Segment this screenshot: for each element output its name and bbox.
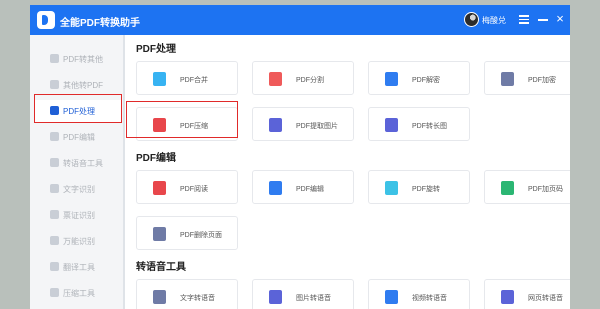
tool-card-pdf-edit[interactable]: PDF编辑	[252, 170, 354, 204]
close-icon[interactable]: ×	[554, 12, 566, 25]
sidebar-item-compress-tools[interactable]: 压缩工具	[34, 282, 122, 304]
pdf-extract-image-icon	[269, 118, 282, 132]
tool-card-pdf-delete-page[interactable]: PDF删除页面	[136, 216, 238, 250]
tool-card-image-to-speech[interactable]: 图片转语音	[252, 279, 354, 309]
pdf-rotate-icon	[385, 181, 398, 195]
pdf-unlock-icon	[385, 72, 398, 86]
video-to-speech-icon	[385, 290, 398, 304]
sidebar-item-speech-tools[interactable]: 转语音工具	[34, 152, 122, 174]
tool-label: 网页转语音	[528, 295, 563, 302]
user-name[interactable]: 梅酸兑	[482, 15, 506, 26]
universal-ocr-icon	[50, 236, 59, 245]
minimize-icon[interactable]	[537, 13, 549, 25]
ticket-ocr-icon	[50, 210, 59, 219]
sidebar-item-label: 翻译工具	[63, 263, 95, 272]
tool-label: 文字转语音	[180, 295, 215, 302]
pdf-page-number-icon	[501, 181, 514, 195]
sidebar-item-universal-ocr[interactable]: 万能识别	[34, 230, 122, 252]
tool-card-pdf-extract-image[interactable]: PDF提取图片	[252, 107, 354, 141]
main-content: PDF处理 PDF合并 PDF分割 PDF解密 PDF加密 PDF压缩 PDF提取图片 PDF…	[125, 35, 570, 309]
user-avatar[interactable]	[464, 12, 479, 27]
translate-tools-icon	[50, 262, 59, 271]
menu-icon[interactable]	[518, 13, 530, 25]
tool-label: PDF阅读	[180, 186, 208, 193]
section-title-pdf-edit: PDF编辑	[136, 153, 176, 164]
section-title-pdf-process: PDF处理	[136, 44, 176, 55]
section-title-speech-tools: 转语音工具	[136, 262, 186, 273]
speech-tools-icon	[50, 158, 59, 167]
pdf-edit-icon	[269, 181, 282, 195]
text-to-speech-icon	[153, 290, 166, 304]
pdf-merge-icon	[153, 72, 166, 86]
tool-label: PDF转长图	[412, 123, 447, 130]
sidebar-item-pdf-to-other[interactable]: PDF转其他	[34, 48, 122, 70]
tool-card-pdf-rotate[interactable]: PDF旋转	[368, 170, 470, 204]
pdf-delete-page-icon	[153, 227, 166, 241]
tool-label: PDF删除页面	[180, 232, 222, 239]
app-logo-icon	[37, 11, 55, 29]
pdf-to-other-icon	[50, 54, 59, 63]
tool-card-pdf-split[interactable]: PDF分割	[252, 61, 354, 95]
app-title: 全能PDF转换助手	[60, 18, 140, 29]
sidebar-item-label: 压缩工具	[63, 289, 95, 298]
tool-label: PDF编辑	[296, 186, 324, 193]
tool-card-pdf-long-image[interactable]: PDF转长图	[368, 107, 470, 141]
text-ocr-icon	[50, 184, 59, 193]
pdf-long-image-icon	[385, 118, 398, 132]
sidebar-item-label: PDF转其他	[63, 55, 103, 64]
sidebar-item-label: 转语音工具	[63, 159, 103, 168]
sidebar-item-label: 万能识别	[63, 237, 95, 246]
other-to-pdf-icon	[50, 80, 59, 89]
tool-label: PDF旋转	[412, 186, 440, 193]
tool-label: 图片转语音	[296, 295, 331, 302]
image-to-speech-icon	[269, 290, 282, 304]
sidebar-item-translate-tools[interactable]: 翻译工具	[34, 256, 122, 278]
tool-label: PDF分割	[296, 77, 324, 84]
sidebar-item-label: 其他转PDF	[63, 81, 103, 90]
sidebar-item-ticket-ocr[interactable]: 票证识别	[34, 204, 122, 226]
tool-card-video-to-speech[interactable]: 视频转语音	[368, 279, 470, 309]
sidebar-item-label: PDF编辑	[63, 133, 95, 142]
tool-card-pdf-merge[interactable]: PDF合并	[136, 61, 238, 95]
title-bar: 全能PDF转换助手 梅酸兑 ×	[30, 5, 570, 35]
tool-label: PDF提取图片	[296, 123, 338, 130]
tool-card-pdf-page-number[interactable]: PDF加页码	[484, 170, 570, 204]
sidebar-item-label: 票证识别	[63, 211, 95, 220]
tool-card-webpage-to-speech[interactable]: 网页转语音	[484, 279, 570, 309]
tool-card-pdf-unlock[interactable]: PDF解密	[368, 61, 470, 95]
tool-card-pdf-lock[interactable]: PDF加密	[484, 61, 570, 95]
sidebar-item-other-to-pdf[interactable]: 其他转PDF	[34, 74, 122, 96]
tool-card-text-to-speech[interactable]: 文字转语音	[136, 279, 238, 309]
sidebar-item-label: 文字识别	[63, 185, 95, 194]
pdf-read-icon	[153, 181, 166, 195]
pdf-split-icon	[269, 72, 282, 86]
tool-label: PDF解密	[412, 77, 440, 84]
highlight-sidebar-pdf-process	[34, 94, 122, 123]
sidebar-item-text-ocr[interactable]: 文字识别	[34, 178, 122, 200]
tool-label: PDF合并	[180, 77, 208, 84]
webpage-to-speech-icon	[501, 290, 514, 304]
sidebar-item-pdf-edit[interactable]: PDF编辑	[34, 126, 122, 148]
tool-label: PDF加页码	[528, 186, 563, 193]
tool-label: 视频转语音	[412, 295, 447, 302]
pdf-lock-icon	[501, 72, 514, 86]
sidebar: PDF转其他 其他转PDF PDF处理 PDF编辑 转语音工具 文字识别 票证识别 万能识别翻…	[30, 35, 123, 309]
app-window: 全能PDF转换助手 梅酸兑 × PDF转其他 其他转PDF PDF处理 PDF编辑 转语…	[30, 5, 570, 309]
tool-card-pdf-read[interactable]: PDF阅读	[136, 170, 238, 204]
pdf-edit-icon	[50, 132, 59, 141]
highlight-pdf-compress	[126, 101, 238, 138]
tool-label: PDF加密	[528, 77, 556, 84]
compress-tools-icon	[50, 288, 59, 297]
